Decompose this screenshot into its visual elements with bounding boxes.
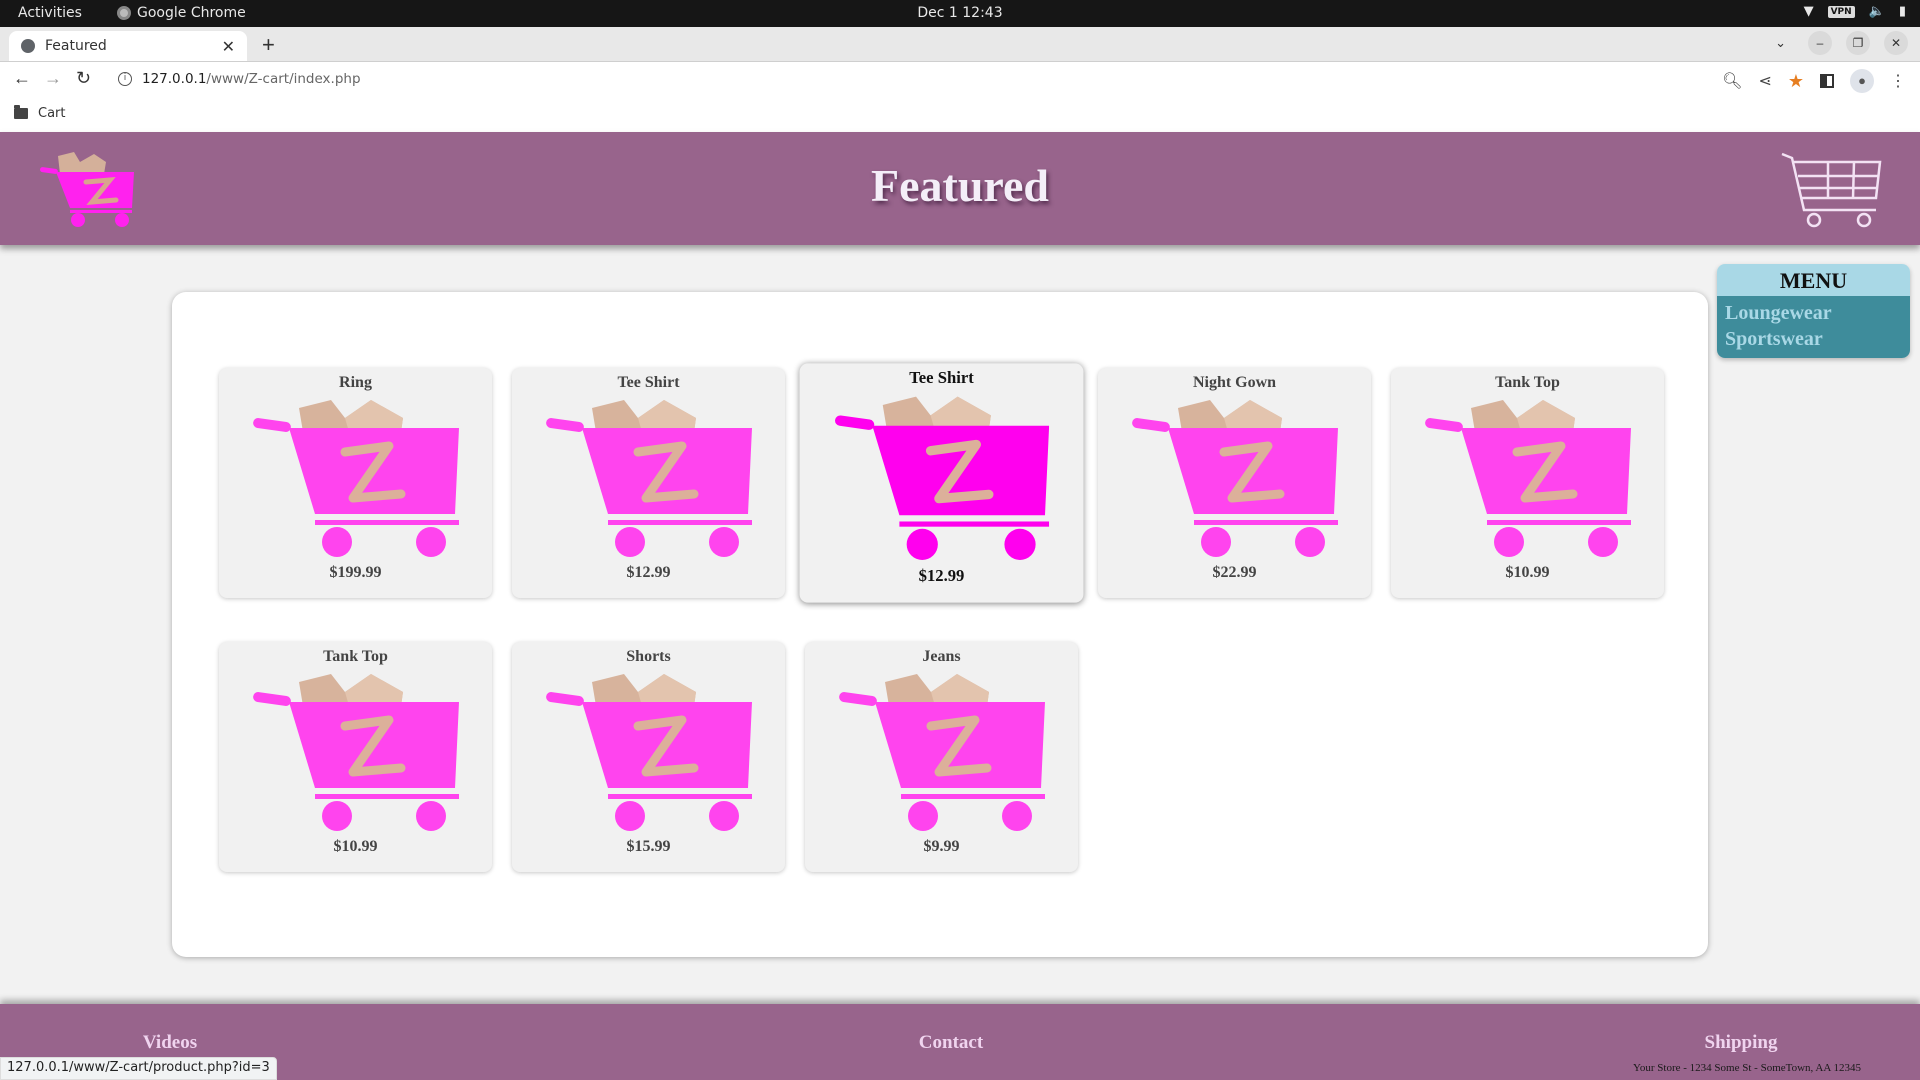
product-name: Tee Shirt: [909, 369, 974, 388]
share-icon[interactable]: ⋖: [1758, 71, 1771, 91]
url-path: /www/Z-cart/index.php: [206, 71, 361, 87]
page: Featured MENU Loungewear Sportswear Ring…: [0, 132, 1920, 1080]
close-window-button[interactable]: ✕: [1884, 31, 1908, 55]
status-bar-url: 127.0.0.1/www/Z-cart/product.php?id=3: [0, 1057, 277, 1080]
profile-avatar-icon[interactable]: ●: [1850, 69, 1874, 93]
browser-toolbar: ← → ↻ i 127.0.0.1/www/Z-cart/index.php 🔍…: [0, 61, 1920, 98]
product-name: Ring: [339, 374, 372, 391]
tab-strip: Featured ✕ + ⌄ – ❐ ✕: [0, 27, 1920, 61]
product-image: [1425, 400, 1631, 557]
menu-heading: MENU: [1717, 264, 1910, 296]
url-host: 127.0.0.1: [142, 71, 207, 87]
product-name: Tank Top: [1495, 374, 1560, 391]
restore-button[interactable]: ❐: [1846, 31, 1870, 55]
product-card[interactable]: Tank Top $10.99: [1391, 368, 1664, 598]
product-price: $15.99: [626, 838, 671, 855]
volume-icon: 🔈: [1868, 4, 1885, 19]
close-tab-icon[interactable]: ✕: [222, 37, 235, 56]
product-name: Shorts: [626, 648, 671, 665]
globe-icon: [21, 39, 35, 53]
tab-featured[interactable]: Featured ✕: [9, 31, 247, 61]
bookmark-star-icon[interactable]: ★: [1788, 71, 1804, 92]
new-tab-button[interactable]: +: [262, 32, 275, 58]
site-header: Featured: [0, 132, 1920, 245]
footer-link-contact[interactable]: Contact: [919, 1032, 983, 1054]
product-price: $10.99: [1505, 564, 1550, 581]
product-price: $10.99: [333, 838, 378, 855]
product-image: [546, 400, 752, 557]
tab-search-chevron-icon[interactable]: ⌄: [1775, 35, 1786, 51]
minimize-button[interactable]: –: [1808, 31, 1832, 55]
wifi-icon: ▼: [1803, 4, 1814, 19]
category-menu: MENU Loungewear Sportswear: [1717, 264, 1910, 358]
page-title: Featured: [870, 160, 1049, 211]
site-footer: Videos Contact Shipping Your Store - 123…: [0, 1004, 1920, 1080]
system-tray[interactable]: ▼ VPN 🔈 ▮: [1804, 4, 1906, 19]
product-name: Tank Top: [323, 648, 388, 665]
address-bar[interactable]: i 127.0.0.1/www/Z-cart/index.php: [118, 71, 361, 87]
store-address: Your Store - 1234 Some St - SomeTown, AA…: [1633, 1062, 1861, 1074]
product-card[interactable]: Ring $199.99: [219, 368, 492, 598]
window-controls: ⌄ – ❐ ✕: [1775, 31, 1908, 55]
product-image: [835, 396, 1050, 560]
site-info-icon[interactable]: i: [118, 72, 132, 86]
shopping-cart-icon[interactable]: [1780, 150, 1886, 230]
side-panel-icon[interactable]: [1820, 74, 1834, 88]
product-name: Jeans: [922, 648, 961, 665]
clock[interactable]: Dec 1 12:43: [0, 5, 1920, 21]
menu-item-sportswear[interactable]: Sportswear: [1725, 326, 1902, 352]
product-name: Night Gown: [1192, 374, 1277, 391]
footer-link-videos[interactable]: Videos: [143, 1032, 197, 1054]
back-arrow-icon[interactable]: ←: [13, 68, 31, 89]
product-card[interactable]: Tank Top $10.99: [219, 642, 492, 872]
bookmarks-bar: Cart: [0, 98, 1920, 132]
product-image: [1132, 400, 1338, 557]
product-name: Tee Shirt: [617, 374, 680, 391]
product-price: $199.99: [329, 564, 382, 581]
tab-title: Featured: [45, 38, 107, 54]
product-image: [546, 674, 752, 831]
product-price: $22.99: [1212, 564, 1257, 581]
zoom-search-icon[interactable]: 🔍︎: [1722, 71, 1742, 91]
bookmark-label: Cart: [38, 106, 66, 121]
os-top-bar: Activities Google Chrome Dec 1 12:43 ▼ V…: [0, 0, 1920, 27]
product-price: $12.99: [918, 567, 965, 585]
product-image: [839, 674, 1045, 831]
menu-item-loungewear[interactable]: Loungewear: [1725, 300, 1902, 326]
toolbar-actions: 🔍︎ ⋖ ★ ● ⋮: [1722, 69, 1906, 93]
product-price: $9.99: [923, 838, 960, 855]
product-card[interactable]: Tee Shirt $12.99: [512, 368, 785, 598]
bookmark-folder-cart[interactable]: Cart: [14, 105, 66, 121]
reload-icon[interactable]: ↻: [76, 68, 91, 89]
product-card[interactable]: Night Gown $22.99: [1098, 368, 1371, 598]
footer-link-shipping[interactable]: Shipping: [1705, 1032, 1778, 1054]
product-price: $12.99: [626, 564, 671, 581]
more-menu-icon[interactable]: ⋮: [1890, 71, 1906, 91]
vpn-icon: VPN: [1827, 5, 1855, 18]
product-grid: Ring $199.99 Tee Shirt $12.99 Tee Shirt $12.9…: [172, 292, 1708, 957]
product-card[interactable]: Tee Shirt $12.99: [799, 363, 1084, 603]
forward-arrow-icon[interactable]: →: [44, 68, 62, 89]
product-image: [253, 674, 459, 831]
menu-list: Loungewear Sportswear: [1717, 296, 1910, 358]
battery-icon: ▮: [1898, 4, 1906, 19]
product-image: [253, 400, 459, 557]
product-card[interactable]: Jeans $9.99: [805, 642, 1078, 872]
product-card[interactable]: Shorts $15.99: [512, 642, 785, 872]
folder-icon: [14, 105, 28, 119]
